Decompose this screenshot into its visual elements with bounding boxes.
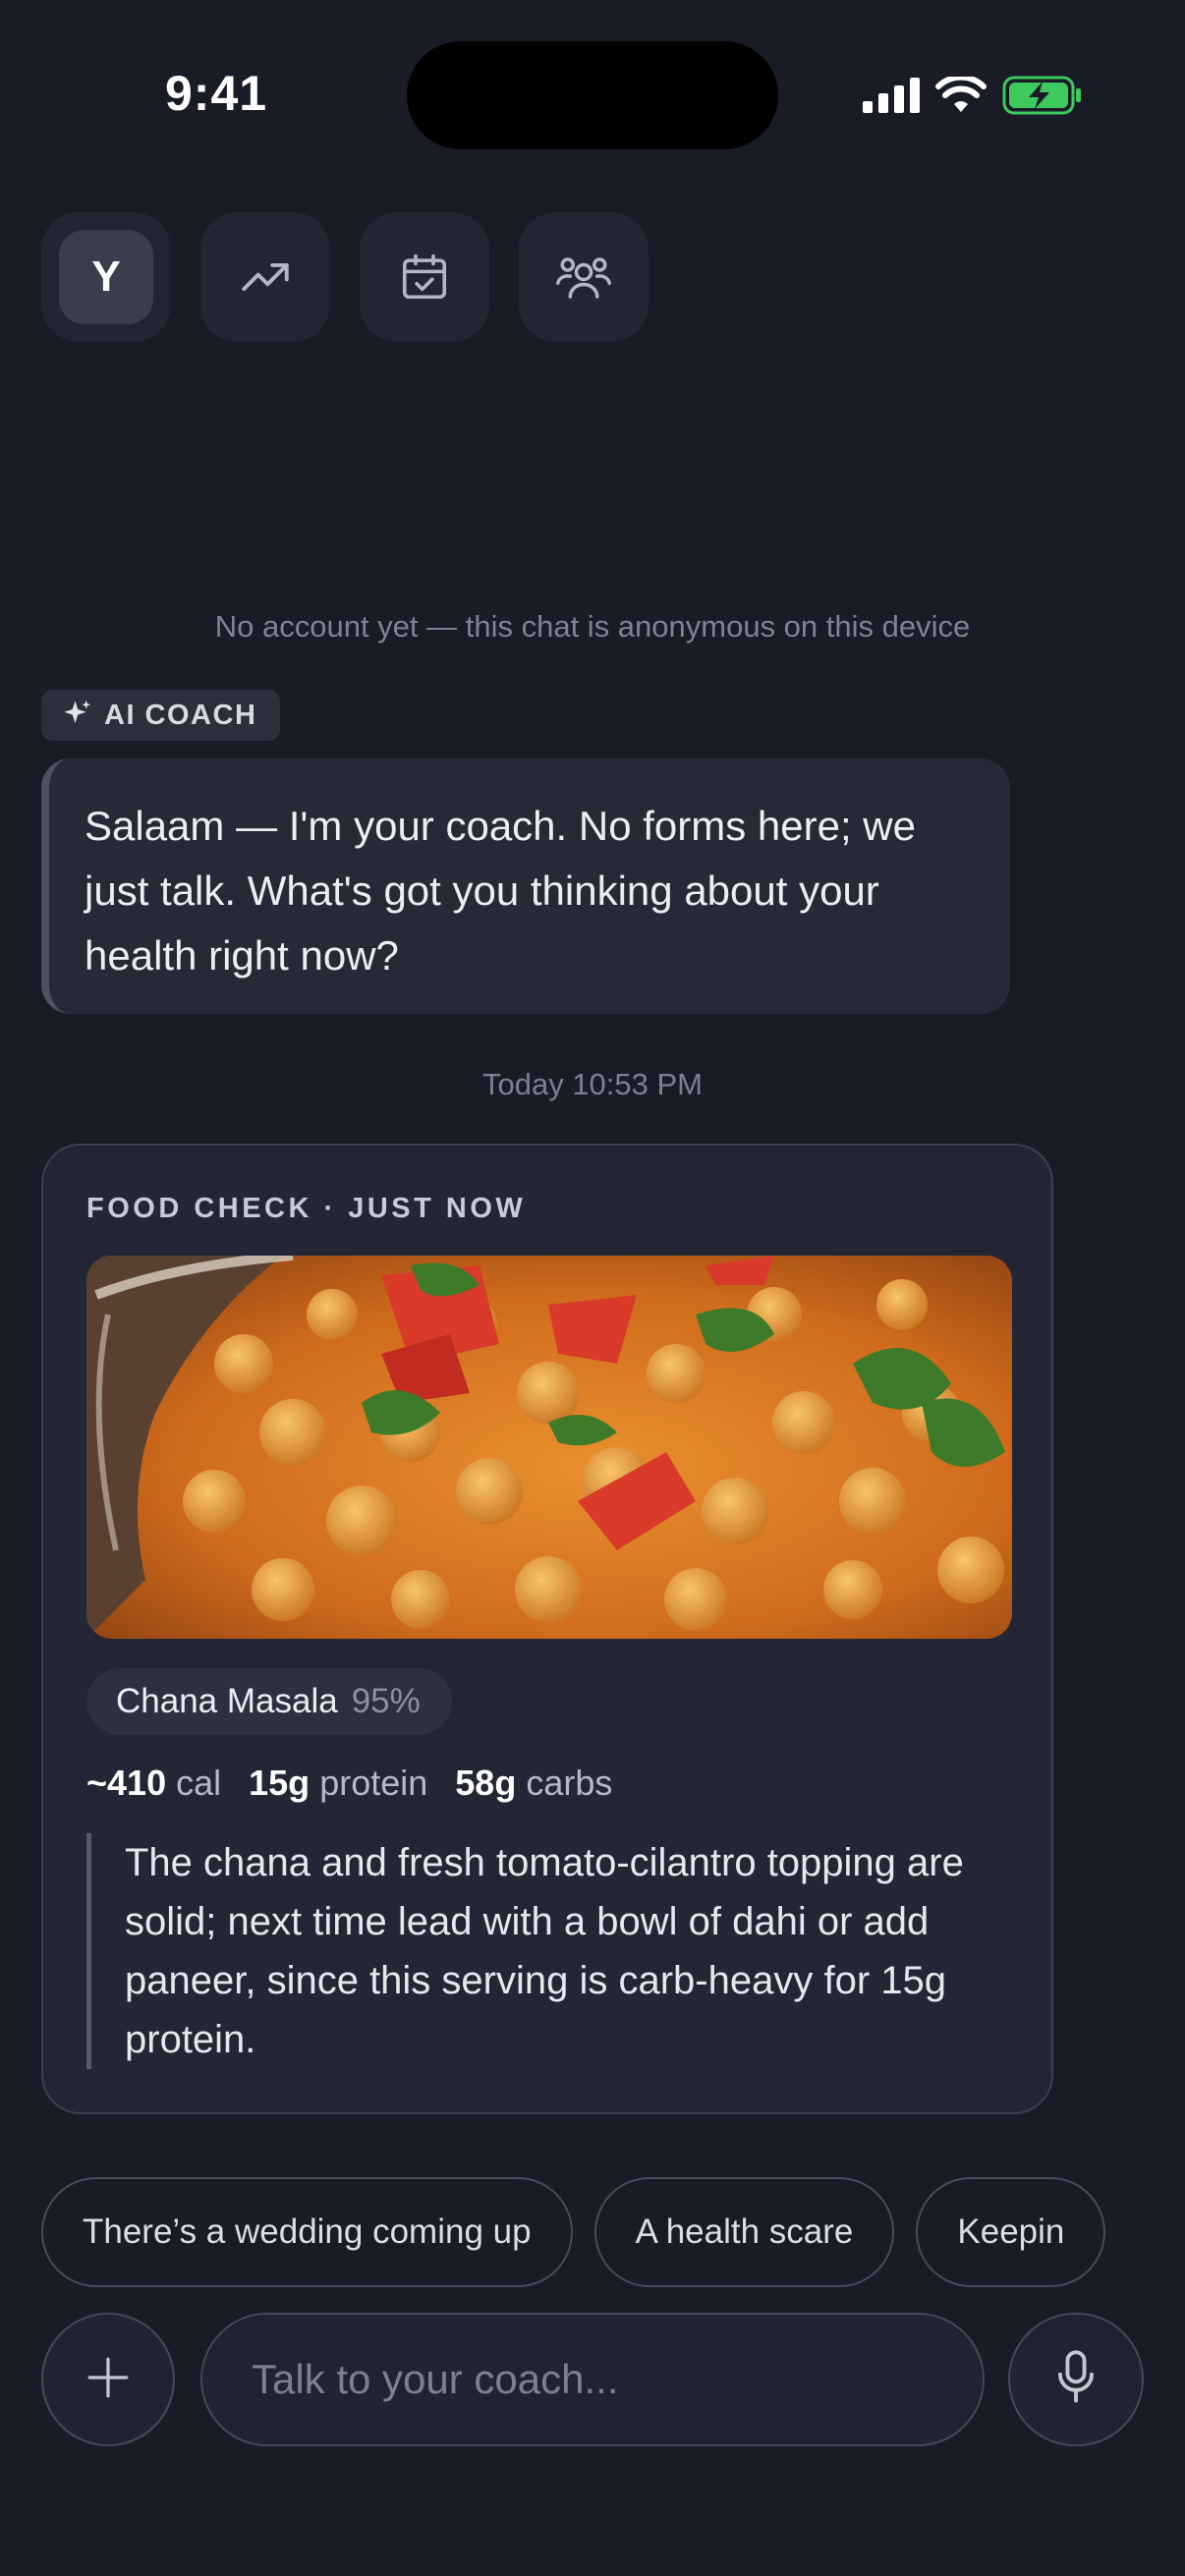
status-time: 9:41: [165, 66, 268, 121]
avatar-button[interactable]: Y: [41, 212, 171, 342]
community-button[interactable]: [519, 212, 649, 342]
battery-charging-icon: [1002, 76, 1083, 115]
macro-protein: 15g protein: [249, 1763, 427, 1804]
screen: 9:41 Y No account yet — this chat is ano…: [0, 0, 1185, 2576]
dynamic-island: [407, 41, 778, 149]
sparkle-icon: [63, 699, 92, 733]
voice-button[interactable]: [1008, 2313, 1144, 2446]
advice-text: The chana and fresh tomato-cilantro topp…: [125, 1841, 964, 2061]
protein-unit: protein: [319, 1763, 428, 1803]
ai-coach-label: AI COACH: [104, 699, 257, 731]
calendar-check-icon: [398, 251, 451, 304]
protein-value: 15g: [249, 1763, 310, 1803]
plus-icon: [84, 2353, 133, 2407]
coach-message-bubble: Salaam — I'm your coach. No forms here; …: [41, 758, 1010, 1014]
macro-calories: ~410 cal: [86, 1763, 221, 1804]
dish-name: Chana Masala: [116, 1682, 338, 1720]
dish-confidence: 95%: [351, 1682, 421, 1720]
signal-icon: [863, 78, 920, 113]
coach-advice: The chana and fresh tomato-cilantro topp…: [86, 1833, 1012, 2069]
macro-carbs: 58g carbs: [455, 1763, 612, 1804]
macros-row: ~410 cal 15g protein 58g carbs: [86, 1763, 612, 1804]
suggestion-chip[interactable]: There’s a wedding coming up: [41, 2177, 573, 2287]
food-check-header: FOOD CHECK · JUST NOW: [86, 1193, 527, 1224]
wifi-icon: [935, 77, 987, 114]
message-input[interactable]: [252, 2356, 933, 2403]
carbs-value: 58g: [455, 1763, 517, 1803]
progress-button[interactable]: [200, 212, 330, 342]
suggestion-chips: There’s a wedding coming up A health sca…: [41, 2177, 1144, 2287]
anonymous-notice: No account yet — this chat is anonymous …: [214, 609, 971, 644]
avatar: Y: [59, 230, 153, 324]
suggestion-chip[interactable]: A health scare: [593, 2177, 895, 2287]
microphone-icon: [1050, 2348, 1101, 2412]
coach-message-text: Salaam — I'm your coach. No forms here; …: [85, 803, 916, 979]
food-photo[interactable]: [86, 1256, 1012, 1639]
carbs-unit: carbs: [526, 1763, 613, 1803]
calories-value: ~410: [86, 1763, 167, 1803]
message-timestamp: Today 10:53 PM: [481, 1067, 704, 1101]
ai-coach-badge: AI COACH: [41, 690, 281, 741]
dish-pill[interactable]: Chana Masala 95%: [86, 1668, 452, 1735]
message-input-box[interactable]: [200, 2313, 985, 2446]
calories-unit: cal: [176, 1763, 222, 1803]
community-icon: [554, 248, 613, 307]
suggestion-chip[interactable]: Keepin: [916, 2177, 1106, 2287]
top-nav: Y: [41, 212, 649, 342]
attach-button[interactable]: [41, 2313, 175, 2446]
status-icons: [863, 73, 1083, 118]
calendar-button[interactable]: [360, 212, 489, 342]
trending-icon: [237, 249, 294, 306]
food-check-card[interactable]: FOOD CHECK · JUST NOW Chana Masala 95% ~…: [41, 1144, 1053, 2114]
